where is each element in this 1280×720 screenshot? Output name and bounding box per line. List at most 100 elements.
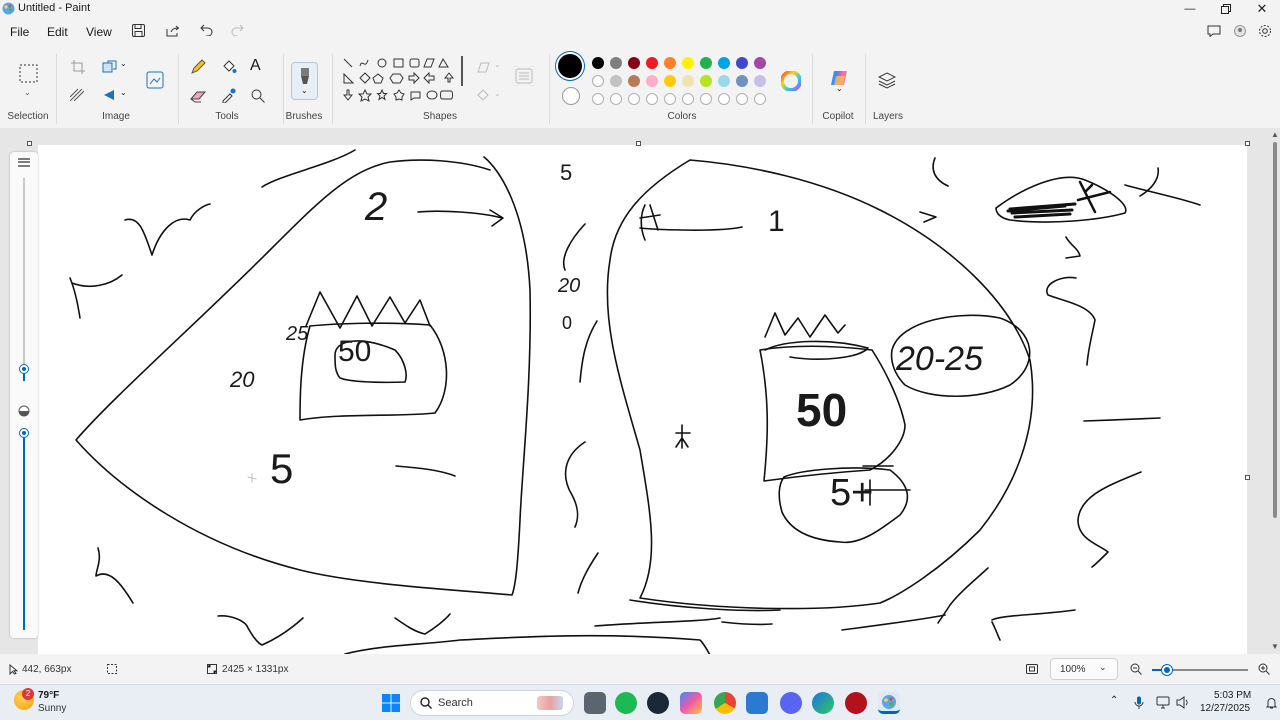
menu-file[interactable]: File [10, 25, 29, 39]
drawing-canvas[interactable]: 2 5 50 20 25 5 1 50 20-25 5+ 20 0 [38, 145, 1247, 654]
taskbar-search-box[interactable]: Search [410, 690, 574, 716]
vertical-scrollbar[interactable]: ▲ ▼ [1270, 130, 1280, 654]
edge-icon[interactable] [812, 692, 834, 714]
share-icon[interactable] [166, 24, 180, 37]
color-swatch[interactable] [610, 75, 622, 87]
empty-color-slot[interactable] [754, 93, 766, 105]
color-swatch[interactable] [700, 75, 712, 87]
layers-icon[interactable] [878, 72, 896, 89]
color-swatch[interactable] [718, 75, 730, 87]
windows-start-icon[interactable] [380, 692, 402, 714]
zoom-out-icon[interactable] [1130, 663, 1142, 675]
zoom-in-icon[interactable] [1258, 663, 1270, 675]
discord-icon[interactable] [780, 692, 802, 714]
empty-color-slot[interactable] [700, 93, 712, 105]
save-icon[interactable] [132, 24, 145, 37]
feedback-icon[interactable] [1207, 25, 1221, 37]
shape-fill-dropdown-icon[interactable]: ⌄ [494, 89, 501, 98]
rotate-icon[interactable] [102, 88, 116, 102]
clock-time[interactable]: 5:03 PM [1214, 690, 1251, 701]
redo-icon[interactable] [230, 24, 244, 36]
magnifier-icon[interactable] [251, 89, 265, 103]
opacity-slider-thumb[interactable] [20, 429, 28, 437]
canvas-handle[interactable] [1245, 475, 1250, 480]
undo-icon[interactable] [200, 24, 214, 36]
image-select-icon[interactable] [146, 71, 164, 89]
menu-view[interactable]: View [86, 25, 112, 39]
pencil-icon[interactable] [190, 59, 206, 75]
transparent-select-icon[interactable] [70, 89, 84, 101]
scrollbar-thumb[interactable] [1273, 142, 1277, 518]
color-swatch[interactable] [628, 57, 640, 69]
size-slider-track[interactable] [23, 178, 25, 368]
chrome-icon[interactable] [714, 692, 736, 714]
close-button[interactable]: ✕ [1246, 0, 1278, 18]
clock-date[interactable]: 12/27/2025 [1200, 703, 1250, 714]
color-swatch[interactable] [754, 57, 766, 69]
account-icon[interactable] [1234, 25, 1246, 37]
minimize-button[interactable]: — [1174, 0, 1206, 18]
color-swatch[interactable] [592, 57, 604, 69]
color-swatch[interactable] [664, 57, 676, 69]
canvas-handle[interactable] [27, 141, 32, 146]
canvas-handle[interactable] [1245, 141, 1250, 146]
empty-color-slot[interactable] [592, 93, 604, 105]
eraser-icon[interactable] [190, 89, 206, 103]
steam-icon[interactable] [647, 692, 669, 714]
empty-color-slot[interactable] [610, 93, 622, 105]
empty-color-slot[interactable] [718, 93, 730, 105]
outline-icon[interactable] [476, 60, 490, 73]
resize-icon[interactable] [102, 60, 117, 73]
scroll-up-icon[interactable]: ▲ [1271, 130, 1279, 139]
empty-color-slot[interactable] [664, 93, 676, 105]
rotate-dropdown-icon[interactable]: ⌄ [120, 88, 127, 97]
restore-button[interactable] [1210, 0, 1242, 18]
weather-temp[interactable]: 79°F [38, 690, 59, 701]
microphone-icon[interactable] [1134, 696, 1144, 710]
scroll-down-icon[interactable]: ▼ [1271, 642, 1279, 651]
resize-dropdown-icon[interactable]: ⌄ [120, 59, 127, 68]
size-slider-thumb[interactable] [20, 365, 28, 373]
color-swatch[interactable] [682, 75, 694, 87]
color-picker-icon[interactable] [221, 88, 236, 103]
color-swatch[interactable] [736, 75, 748, 87]
volume-icon[interactable] [1176, 696, 1190, 709]
color-swatch[interactable] [592, 75, 604, 87]
copilot-dropdown-icon[interactable]: ⌄ [836, 84, 843, 93]
paint-taskbar-icon[interactable] [878, 692, 900, 714]
shape-fill-icon[interactable] [476, 89, 490, 102]
color-swatch[interactable] [754, 75, 766, 87]
color-swatch[interactable] [628, 75, 640, 87]
empty-color-slot[interactable] [646, 93, 658, 105]
menu-edit[interactable]: Edit [47, 25, 68, 39]
weather-condition[interactable]: Sunny [38, 703, 66, 714]
color-swatch[interactable] [682, 57, 694, 69]
zoom-slider-thumb[interactable] [1162, 665, 1172, 675]
color-swatch[interactable] [736, 57, 748, 69]
opacity-slider-fill[interactable] [23, 434, 25, 630]
edit-colors-icon[interactable] [781, 71, 801, 91]
shapes-gallery[interactable] [341, 56, 459, 106]
empty-color-slot[interactable] [682, 93, 694, 105]
fill-bucket-icon[interactable] [221, 59, 237, 75]
shapes-scrollbar[interactable] [461, 56, 463, 86]
microsoft-store-icon[interactable] [746, 692, 768, 714]
zoom-dropdown[interactable]: 100% ⌄ [1050, 658, 1118, 680]
size-icon[interactable] [515, 68, 533, 84]
settings-gear-icon[interactable] [1258, 24, 1272, 38]
fit-to-window-icon[interactable] [1026, 664, 1038, 674]
copilot-taskbar-icon[interactable] [680, 692, 702, 714]
canvas-handle[interactable] [636, 141, 641, 146]
color-swatch[interactable] [664, 75, 676, 87]
notifications-bell-icon[interactable] [1266, 697, 1277, 709]
rectangle-select-icon[interactable] [19, 64, 38, 83]
empty-color-slot[interactable] [628, 93, 640, 105]
brushes-button[interactable]: ⌄ [291, 62, 318, 100]
crop-icon[interactable] [71, 60, 85, 74]
color-swatch[interactable] [718, 57, 730, 69]
secondary-color-swatch[interactable] [562, 87, 580, 105]
empty-color-slot[interactable] [736, 93, 748, 105]
task-view-icon[interactable] [584, 692, 606, 714]
network-icon[interactable] [1156, 696, 1170, 709]
primary-color-swatch[interactable] [558, 54, 582, 78]
